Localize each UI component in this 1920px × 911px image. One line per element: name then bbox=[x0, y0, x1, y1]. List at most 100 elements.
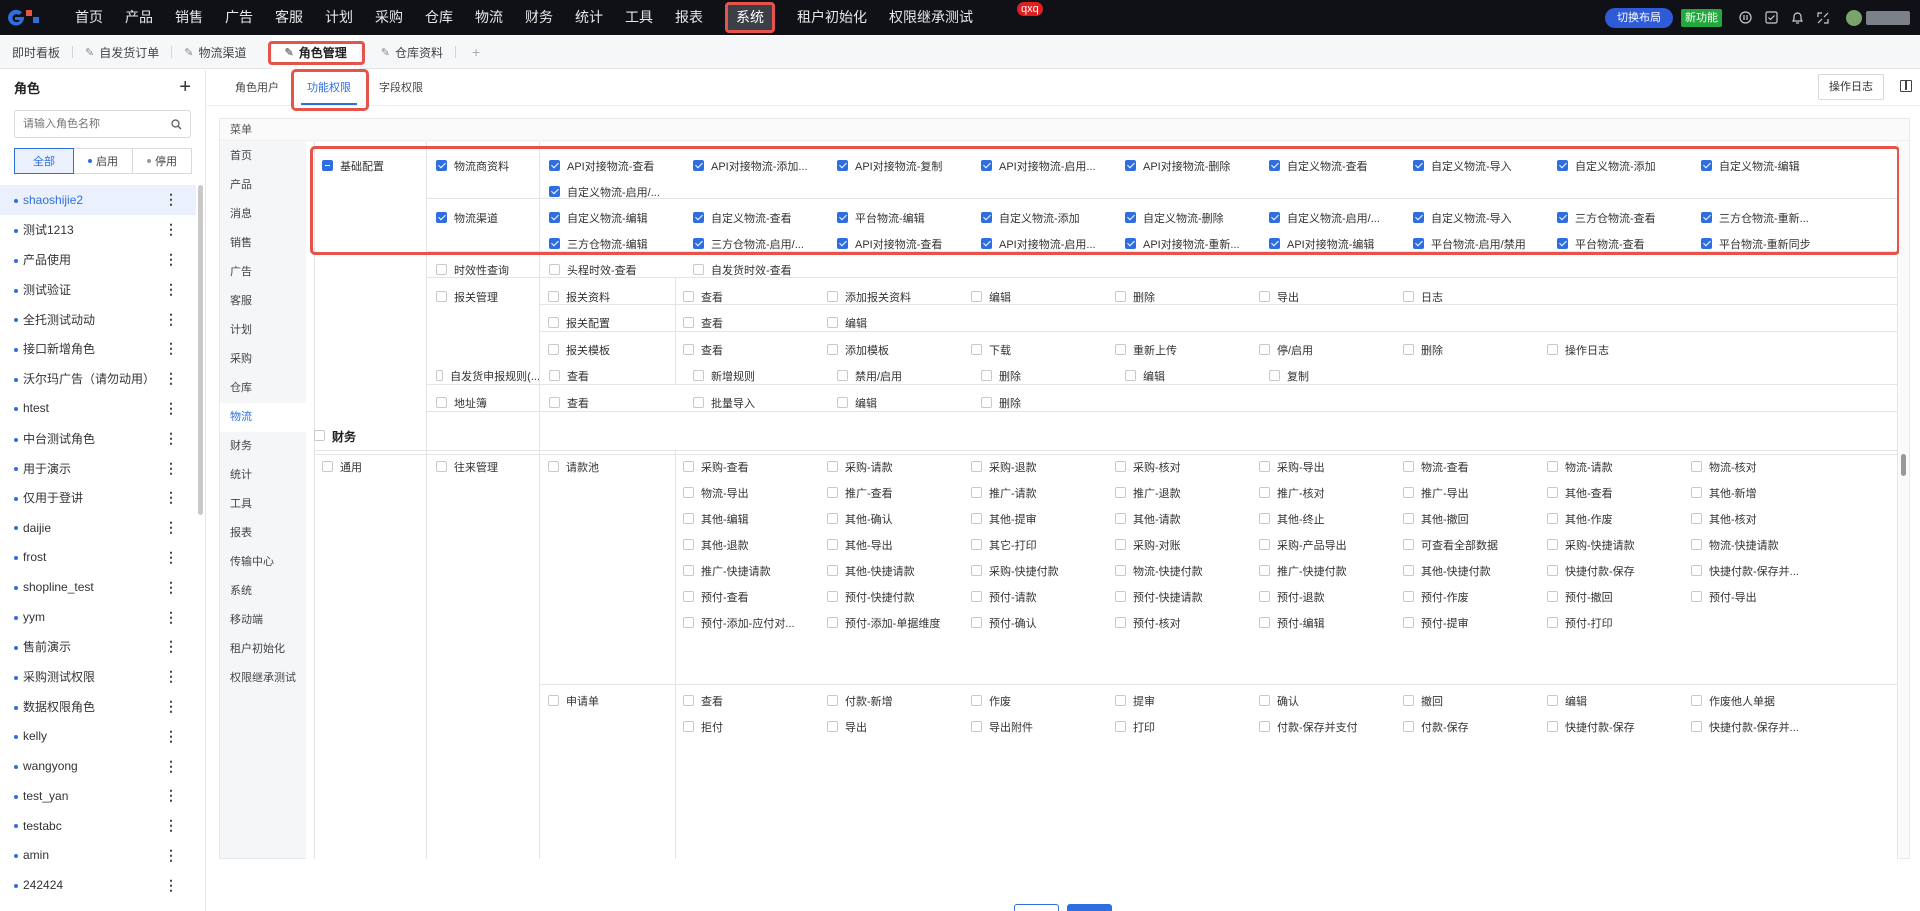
filter-enabled[interactable]: 启用 bbox=[73, 148, 133, 174]
role-search-input[interactable] bbox=[23, 118, 163, 130]
nav-item[interactable]: 权限继承测试 bbox=[878, 0, 984, 35]
perm-checkbox[interactable]: 预付-快捷付款 bbox=[827, 589, 963, 605]
perm-checkbox[interactable]: 作废他人单据 bbox=[1691, 693, 1827, 709]
checkbox[interactable] bbox=[683, 460, 694, 472]
role-item[interactable]: 沃尔玛广告（请勿动用） ⋮ bbox=[0, 364, 196, 394]
checkbox[interactable] bbox=[683, 343, 694, 355]
role-item[interactable]: 中台测试角色 ⋮ bbox=[0, 423, 196, 453]
role-item[interactable]: htest ⋮ bbox=[0, 394, 196, 424]
fullscreen-icon[interactable] bbox=[1813, 8, 1833, 28]
menu-item[interactable]: 广告 bbox=[220, 258, 306, 287]
perm-checkbox[interactable]: 物流-导出 bbox=[683, 485, 819, 501]
nav-item[interactable]: 客服 bbox=[264, 0, 314, 35]
tab-logistics-channel[interactable]: ✎ 物流渠道 bbox=[172, 36, 258, 69]
nav-item[interactable]: 仓库 bbox=[414, 0, 464, 35]
perm-checkbox[interactable]: API对接物流-查看 bbox=[837, 236, 977, 252]
checkbox[interactable] bbox=[1115, 343, 1126, 355]
perm-checkbox[interactable]: 预付-编辑 bbox=[1259, 615, 1395, 631]
menu-item[interactable]: 产品 bbox=[220, 171, 306, 200]
checkbox[interactable] bbox=[548, 290, 559, 302]
perm-checkbox[interactable]: 快捷付款-保存 bbox=[1547, 719, 1683, 735]
perm-checkbox[interactable]: 其他-确认 bbox=[827, 511, 963, 527]
checkbox[interactable] bbox=[1403, 343, 1414, 355]
checkbox[interactable] bbox=[971, 290, 982, 302]
more-icon[interactable]: ⋮ bbox=[164, 787, 178, 804]
tab-dashboard[interactable]: 即时看板 bbox=[0, 36, 72, 69]
checkbox[interactable] bbox=[693, 159, 704, 171]
nav-item[interactable]: 租户初始化 bbox=[786, 0, 878, 35]
checkbox[interactable] bbox=[971, 720, 982, 732]
perm-checkbox[interactable]: 采购-快捷付款 bbox=[971, 563, 1107, 579]
checkbox[interactable] bbox=[837, 237, 848, 249]
checkbox[interactable] bbox=[683, 486, 694, 498]
role-item[interactable]: shaoshijie2 ⋮ bbox=[0, 185, 196, 215]
checkbox[interactable] bbox=[1701, 159, 1712, 171]
group-general[interactable]: 通用 bbox=[322, 459, 422, 475]
perm-checkbox[interactable]: 删除 bbox=[981, 395, 1121, 411]
perm-checkbox[interactable]: 其他-编辑 bbox=[683, 511, 819, 527]
more-icon[interactable]: ⋮ bbox=[164, 191, 178, 208]
more-icon[interactable]: ⋮ bbox=[164, 847, 178, 864]
perm-checkbox[interactable]: 其他-退款 bbox=[683, 537, 819, 553]
menu-item[interactable]: 传输中心 bbox=[220, 548, 306, 577]
perm-checkbox[interactable]: 平台物流-启用/禁用 bbox=[1413, 236, 1553, 252]
checkbox[interactable] bbox=[827, 290, 838, 302]
perm-checkbox[interactable]: 日志 bbox=[1403, 289, 1543, 305]
menu-item[interactable]: 物流 bbox=[220, 403, 306, 432]
role-item[interactable]: frost ⋮ bbox=[0, 543, 196, 573]
checkbox[interactable] bbox=[1547, 590, 1558, 602]
checkbox[interactable] bbox=[1403, 460, 1414, 472]
checkbox[interactable] bbox=[549, 211, 560, 223]
perm-checkbox[interactable]: 导出附件 bbox=[971, 719, 1107, 735]
perm-checkbox[interactable]: 停/启用 bbox=[1259, 342, 1399, 358]
perm-checkbox[interactable]: API对接物流-重新... bbox=[1125, 236, 1265, 252]
checkbox[interactable] bbox=[971, 616, 982, 628]
more-icon[interactable]: ⋮ bbox=[164, 281, 178, 298]
role-item[interactable]: wangyong ⋮ bbox=[0, 751, 196, 781]
perm-checkbox[interactable]: 查看 bbox=[549, 368, 689, 384]
checkbox[interactable] bbox=[1557, 211, 1568, 223]
perm-checkbox[interactable]: 推广-导出 bbox=[1403, 485, 1539, 501]
more-icon[interactable]: ⋮ bbox=[164, 549, 178, 566]
perm-checkbox[interactable]: 预付-快捷请款 bbox=[1115, 589, 1251, 605]
reset-button[interactable]: 还原 bbox=[1014, 904, 1059, 911]
checkbox[interactable] bbox=[1259, 590, 1270, 602]
checkbox[interactable] bbox=[549, 159, 560, 171]
nav-item[interactable]: 统计 bbox=[564, 0, 614, 35]
perm-checkbox[interactable]: 添加模板 bbox=[827, 342, 967, 358]
pin-icon[interactable]: ✎ bbox=[284, 46, 293, 59]
role-search[interactable] bbox=[14, 110, 191, 138]
sub-carrier-info[interactable]: 物流商资料 bbox=[436, 158, 546, 174]
more-icon[interactable]: ⋮ bbox=[164, 370, 178, 387]
checkbox[interactable] bbox=[827, 720, 838, 732]
sub-declare-rules[interactable]: 自发货申报规则(... bbox=[436, 368, 540, 384]
role-item[interactable]: 全托测试动动 ⋮ bbox=[0, 304, 196, 334]
checkbox[interactable] bbox=[1259, 512, 1270, 524]
menu-item[interactable]: 工具 bbox=[220, 490, 306, 519]
switch-layout-button[interactable]: 切换布局 bbox=[1605, 7, 1673, 28]
perm-checkbox[interactable]: 导出 bbox=[1259, 289, 1399, 305]
checkbox[interactable] bbox=[1125, 369, 1136, 381]
checkbox[interactable] bbox=[683, 616, 694, 628]
perm-checkbox[interactable]: 预付-添加-应付对... bbox=[683, 615, 819, 631]
checkbox[interactable] bbox=[1547, 694, 1558, 706]
sub-customs-management[interactable]: 报关管理 bbox=[436, 289, 546, 305]
perm-checkbox[interactable]: 查看 bbox=[683, 342, 823, 358]
checkbox[interactable] bbox=[971, 343, 982, 355]
checkbox[interactable] bbox=[1413, 211, 1424, 223]
perm-checkbox[interactable]: 采购-核对 bbox=[1115, 459, 1251, 475]
more-icon[interactable]: ⋮ bbox=[164, 698, 178, 715]
perm-checkbox[interactable]: 平台物流-重新同步 bbox=[1701, 236, 1841, 252]
checkbox[interactable] bbox=[436, 460, 447, 472]
perm-checkbox[interactable]: API对接物流-添加... bbox=[693, 158, 833, 174]
checkbox[interactable] bbox=[827, 486, 838, 498]
perm-checkbox[interactable]: 重新上传 bbox=[1115, 342, 1255, 358]
customs-leaf[interactable]: 报关资料 bbox=[548, 289, 668, 305]
perm-checkbox[interactable]: 采购-请款 bbox=[827, 459, 963, 475]
perm-checkbox[interactable]: 物流-请款 bbox=[1547, 459, 1683, 475]
checkbox[interactable] bbox=[548, 460, 559, 472]
checkbox[interactable] bbox=[549, 237, 560, 249]
new-feature-button[interactable]: 新功能 bbox=[1681, 8, 1722, 27]
perm-checkbox[interactable]: 预付-导出 bbox=[1691, 589, 1827, 605]
perm-checkbox[interactable]: 自定义物流-编辑 bbox=[549, 210, 689, 226]
